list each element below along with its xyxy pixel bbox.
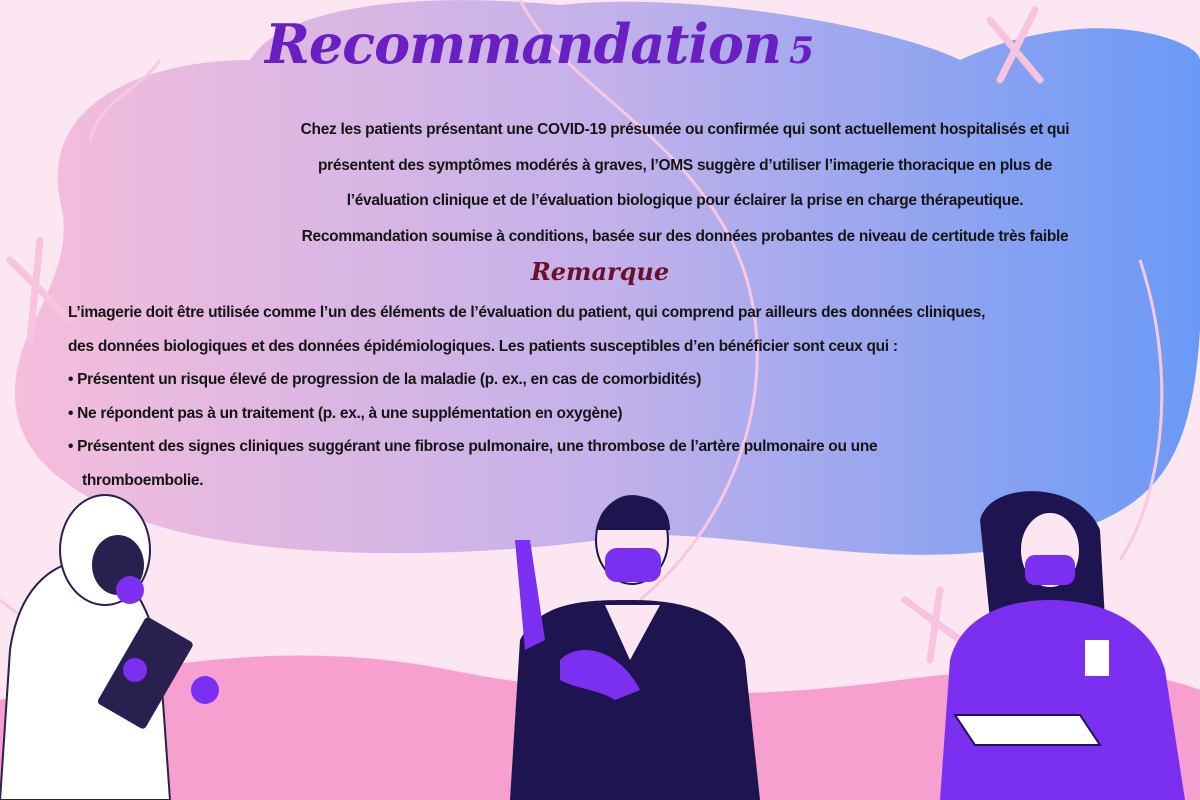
bullet-item: • Présentent un risque élevé de progress…: [68, 371, 702, 388]
remark-text: L’imagerie doit être utilisée comme l’un…: [68, 296, 1168, 497]
title-text: Recommandation: [265, 12, 782, 76]
title-number: 5: [789, 30, 814, 72]
recommendation-line: Recommandation soumise à conditions, bas…: [301, 227, 1069, 245]
recommendation-text: Chez les patients présentant une COVID-1…: [200, 112, 1170, 254]
bullet-item: • Présentent des signes cliniques suggér…: [68, 438, 878, 455]
recommendation-line: Chez les patients présentant une COVID-1…: [300, 121, 1070, 138]
remark-heading: Remarque: [530, 257, 670, 286]
page-title: Recommandation 5: [265, 12, 814, 76]
recommendation-line: présentent des symptômes modérés à grave…: [317, 156, 1053, 174]
bullet-item: • Ne répondent pas à un traitement (p. e…: [68, 404, 623, 422]
remark-line: des données biologiques et des données é…: [68, 337, 898, 355]
remark-line: L’imagerie doit être utilisée comme l’un…: [68, 304, 986, 321]
bullet-continuation: thromboembolie.: [82, 471, 204, 489]
recommendation-line: l’évaluation clinique et de l’évaluation…: [346, 192, 1024, 209]
